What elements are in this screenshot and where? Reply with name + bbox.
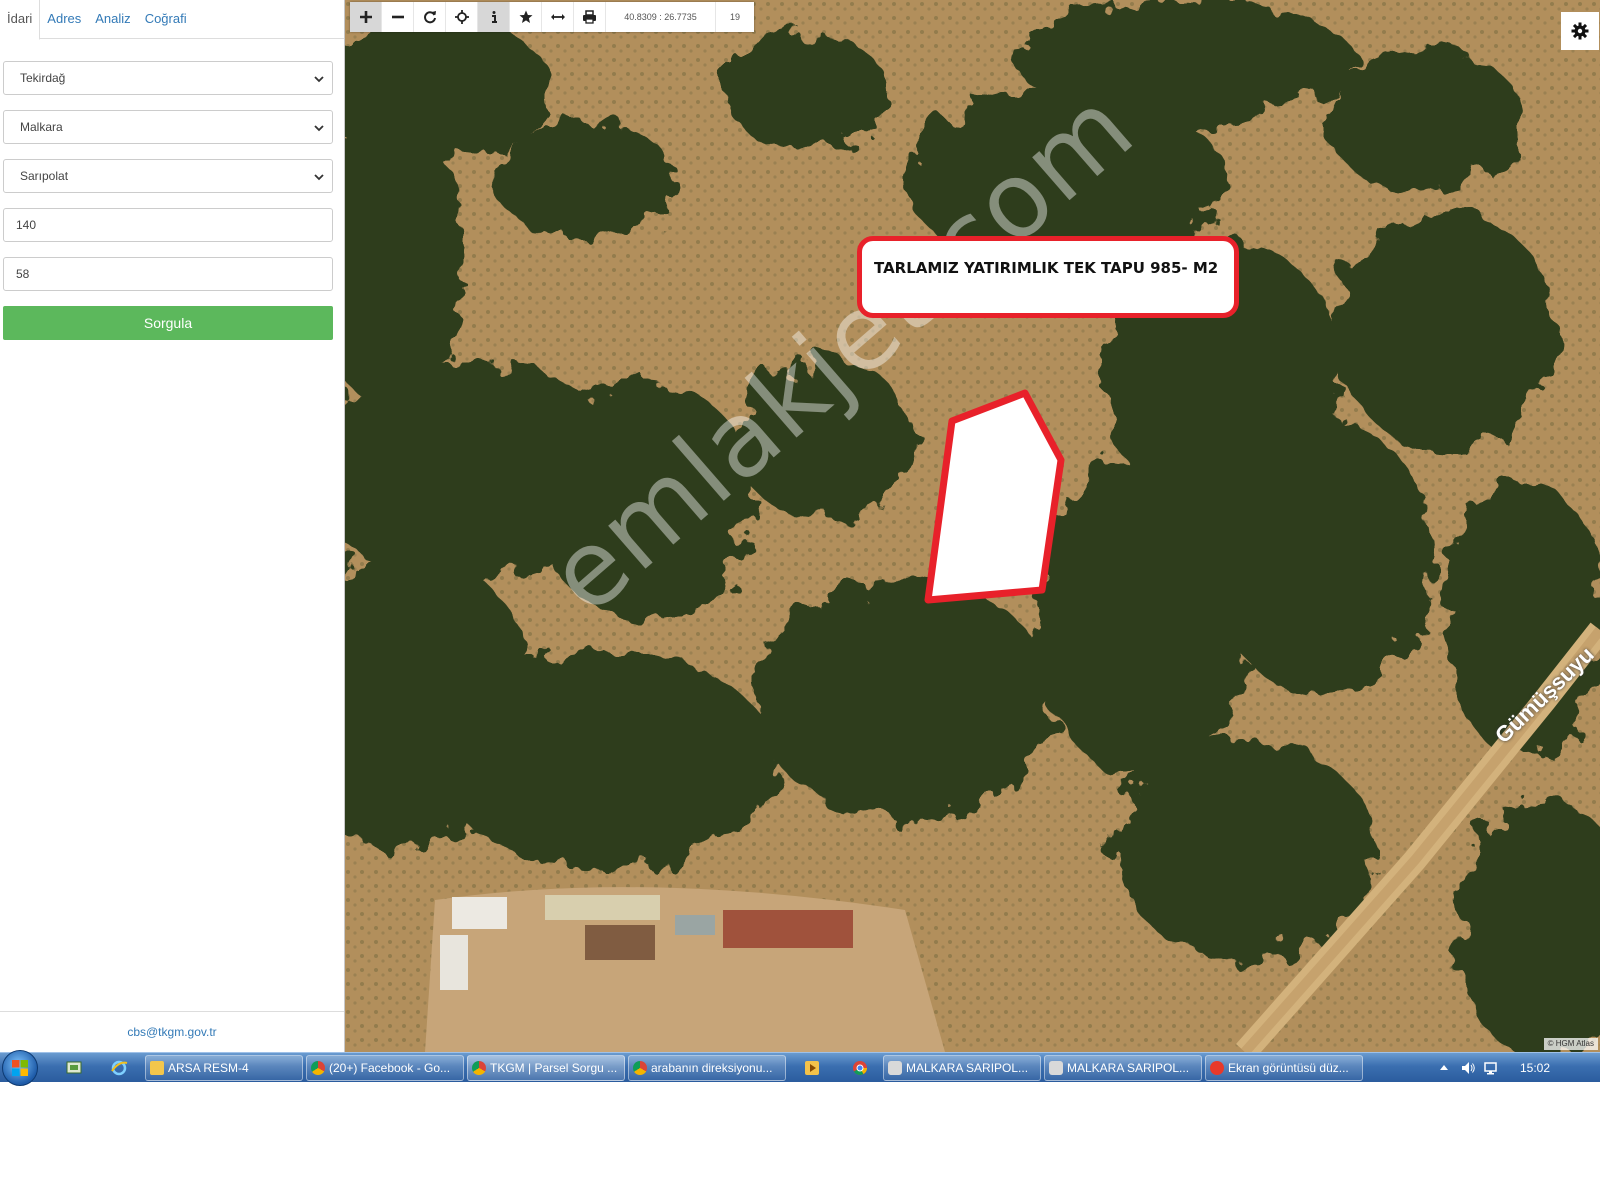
tab-analiz[interactable]: Analiz (88, 0, 137, 39)
start-button[interactable] (2, 1050, 38, 1086)
contact-email-link[interactable]: cbs@tkgm.gov.tr (0, 1011, 344, 1052)
zoom-in-button[interactable] (350, 2, 382, 32)
farm-building (723, 910, 853, 948)
show-desktop-icon[interactable] (65, 1059, 83, 1077)
locate-button[interactable] (446, 2, 478, 32)
print-icon (583, 10, 596, 24)
tab-adres[interactable]: Adres (40, 0, 88, 39)
windows-taskbar: ARSA RESM-4 (20+) Facebook - Go... TKGM … (0, 1050, 1600, 1086)
district-select[interactable]: Malkara (3, 110, 333, 144)
coordinate-readout: 40.8309 : 26.7735 (606, 2, 716, 32)
measure-button[interactable] (542, 2, 574, 32)
locate-icon (454, 10, 469, 24)
parcel-value: 58 (16, 267, 30, 281)
plus-icon (359, 11, 372, 23)
neighborhood-select[interactable]: Sarıpolat (3, 159, 333, 193)
taskbar-item[interactable]: Ekran görüntüsü düz... (1205, 1055, 1363, 1081)
farm-building (440, 935, 468, 990)
taskbar-item[interactable]: arabanın direksiyonu... (628, 1055, 786, 1081)
paint-icon (888, 1061, 902, 1075)
satellite-map[interactable]: emlakjet.com Gümüşsuyu TARLAMIZ YATIRIML… (345, 0, 1600, 1052)
neighborhood-value: Sarıpolat (20, 169, 69, 183)
block-value: 140 (16, 218, 37, 232)
taskbar-item[interactable]: MALKARA SARIPOL... (1044, 1055, 1202, 1081)
province-select[interactable]: Tekirdağ (3, 61, 333, 95)
taskbar-item[interactable]: MALKARA SARIPOL... (883, 1055, 1041, 1081)
zoom-level-readout: 19 (729, 12, 740, 22)
volume-icon[interactable] (1460, 1060, 1476, 1076)
query-panel: İdari Adres Analiz Coğrafi Tekirdağ Malk… (0, 0, 345, 1052)
minus-icon (391, 15, 404, 19)
tab-cografi[interactable]: Coğrafi (138, 0, 194, 39)
settings-button[interactable] (1561, 12, 1599, 50)
district-value: Malkara (20, 120, 63, 134)
query-button[interactable]: Sorgula (3, 306, 333, 340)
panel-tabs: İdari Adres Analiz Coğrafi (0, 0, 344, 40)
folder-icon (150, 1061, 164, 1075)
star-icon (519, 10, 532, 23)
info-icon (491, 11, 497, 23)
chrome-icon (633, 1061, 647, 1075)
tab-idari[interactable]: İdari (0, 0, 41, 40)
parcel-input[interactable]: 58 (3, 257, 333, 291)
yandex-icon (1210, 1061, 1224, 1075)
zoom-out-button[interactable] (382, 2, 414, 32)
farm-building (452, 897, 507, 929)
gear-icon (1571, 22, 1589, 40)
callout-text: TARLAMIZ YATIRIMLIK TEK TAPU 985- M2 (874, 259, 1219, 277)
taskbar-item[interactable]: (20+) Facebook - Go... (306, 1055, 464, 1081)
chevron-down-icon (314, 174, 324, 181)
system-tray (1432, 1053, 1600, 1083)
farm-building (545, 895, 660, 920)
chrome-icon (472, 1061, 486, 1075)
paint-icon (1049, 1061, 1063, 1075)
chevron-down-icon (314, 125, 324, 132)
taskbar-item[interactable]: TKGM | Parsel Sorgu ... (467, 1055, 625, 1081)
block-input[interactable]: 140 (3, 208, 333, 242)
show-hidden-icons-icon[interactable] (1440, 1064, 1448, 1070)
refresh-icon (423, 11, 436, 24)
chrome-icon (311, 1061, 325, 1075)
screen: İdari Adres Analiz Coğrafi Tekirdağ Malk… (0, 0, 1600, 1200)
print-button[interactable] (574, 2, 606, 32)
chevron-down-icon (314, 76, 324, 83)
map-toolbar: 40.8309 : 26.7735 19 (350, 2, 754, 32)
chrome-icon[interactable] (851, 1059, 869, 1077)
windows-logo-icon (12, 1060, 28, 1076)
clock: 15:02 (1520, 1061, 1551, 1075)
refresh-button[interactable] (414, 2, 446, 32)
info-button[interactable] (478, 2, 510, 32)
parcel-callout: TARLAMIZ YATIRIMLIK TEK TAPU 985- M2 (857, 236, 1239, 318)
media-player-icon[interactable] (803, 1059, 821, 1077)
farm-building (675, 915, 715, 935)
map-attribution: © HGM Atlas (1543, 1038, 1598, 1050)
internet-explorer-icon[interactable] (110, 1059, 128, 1077)
province-value: Tekirdağ (20, 71, 66, 85)
network-icon[interactable] (1484, 1060, 1500, 1076)
favorite-button[interactable] (510, 2, 542, 32)
measure-icon (550, 14, 565, 20)
taskbar-item[interactable]: ARSA RESM-4 (145, 1055, 303, 1081)
